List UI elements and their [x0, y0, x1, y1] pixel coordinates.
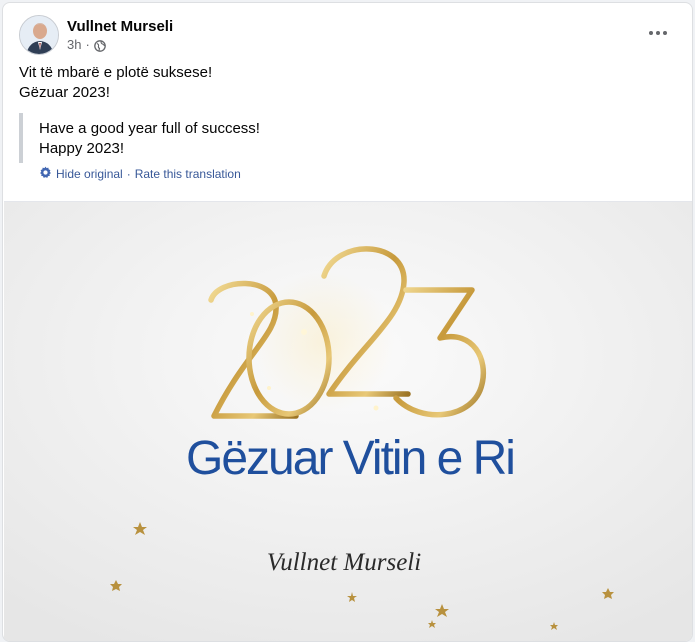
post-card: Vullnet Murseli 3h · Vit të mbarë e plot…: [2, 2, 693, 642]
card-signature: Vullnet Murseli: [267, 549, 421, 576]
rate-translation-link[interactable]: Rate this translation: [135, 167, 241, 181]
globe-icon: [93, 39, 106, 52]
author-name[interactable]: Vullnet Murseli: [67, 17, 173, 36]
post-time[interactable]: 3h: [67, 36, 81, 54]
translation-block: Have a good year full of success! Happy …: [19, 113, 679, 163]
post-image[interactable]: Gëzuar Vitin e Ri Vullnet Murseli: [4, 201, 692, 641]
post-meta: Vullnet Murseli 3h ·: [67, 17, 173, 54]
greeting-card-image: Gëzuar Vitin e Ri Vullnet Murseli: [4, 202, 692, 641]
avatar[interactable]: [19, 15, 59, 55]
post-header: Vullnet Murseli 3h ·: [19, 15, 173, 55]
translation-controls: Hide original · Rate this translation: [39, 166, 241, 182]
post-message-line-1: Vit të mbarë e plotë suksese!: [19, 64, 213, 81]
time-separator: ·: [85, 36, 90, 52]
translation-line-2: Happy 2023!: [39, 140, 125, 157]
post-message: Vit të mbarë e plotë suksese! Gëzuar 202…: [19, 63, 212, 103]
post-message-line-2: Gëzuar 2023!: [19, 84, 110, 101]
card-headline: Gëzuar Vitin e Ri: [186, 432, 514, 485]
gear-icon: [39, 166, 52, 182]
post-subtitle: 3h ·: [67, 36, 173, 54]
more-options-icon: [649, 31, 667, 35]
more-options-button[interactable]: [640, 21, 676, 45]
link-separator: ·: [126, 167, 131, 181]
hide-original-link[interactable]: Hide original: [56, 167, 123, 181]
translation-line-1: Have a good year full of success!: [39, 120, 260, 137]
